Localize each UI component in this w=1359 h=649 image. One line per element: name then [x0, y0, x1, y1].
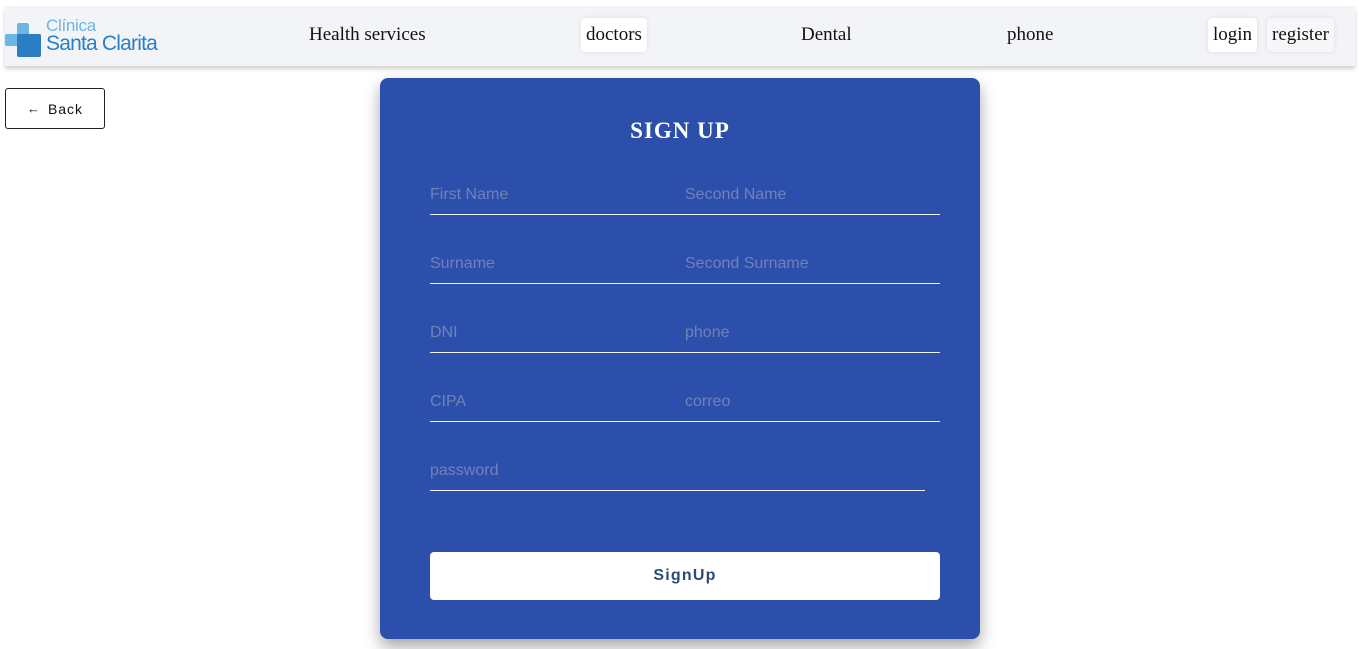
correo-input[interactable]	[685, 383, 940, 421]
top-navbar: Clínica Santa Clarita Health services do…	[5, 6, 1355, 66]
nav-link-health-services[interactable]: Health services	[309, 23, 426, 47]
dni-input[interactable]	[430, 314, 685, 352]
second-name-input[interactable]	[685, 176, 940, 214]
phone-field	[685, 314, 940, 353]
register-button[interactable]: register	[1267, 18, 1334, 52]
second-name-field	[685, 176, 940, 215]
nav-link-doctors[interactable]: doctors	[581, 18, 647, 52]
signup-card: SIGN UP SignUp	[380, 78, 980, 639]
correo-field	[685, 383, 940, 422]
arrow-left-icon: ←	[26, 101, 40, 116]
surname-input[interactable]	[430, 245, 685, 283]
password-field	[430, 452, 925, 491]
signup-title: SIGN UP	[630, 118, 730, 143]
logo-text-santa-clarita: Santa Clarita	[46, 32, 158, 55]
signup-submit-button[interactable]: SignUp	[430, 552, 940, 600]
back-button-label: Back	[47, 100, 84, 117]
clinic-logo[interactable]: Clínica Santa Clarita	[5, 15, 165, 61]
dni-field	[430, 314, 685, 353]
back-button[interactable]: ← Back	[5, 88, 105, 129]
password-input[interactable]	[430, 452, 925, 490]
cipa-field	[430, 383, 685, 422]
cipa-input[interactable]	[430, 383, 685, 421]
medical-cross-icon	[5, 23, 41, 57]
surname-field	[430, 245, 685, 284]
nav-link-dental[interactable]: Dental	[801, 23, 852, 47]
second-surname-input[interactable]	[685, 245, 940, 283]
nav-link-phone[interactable]: phone	[1007, 23, 1053, 47]
first-name-field	[430, 176, 685, 215]
second-surname-field	[685, 245, 940, 284]
first-name-input[interactable]	[430, 176, 685, 214]
login-button[interactable]: login	[1208, 18, 1258, 52]
phone-input[interactable]	[685, 314, 940, 352]
